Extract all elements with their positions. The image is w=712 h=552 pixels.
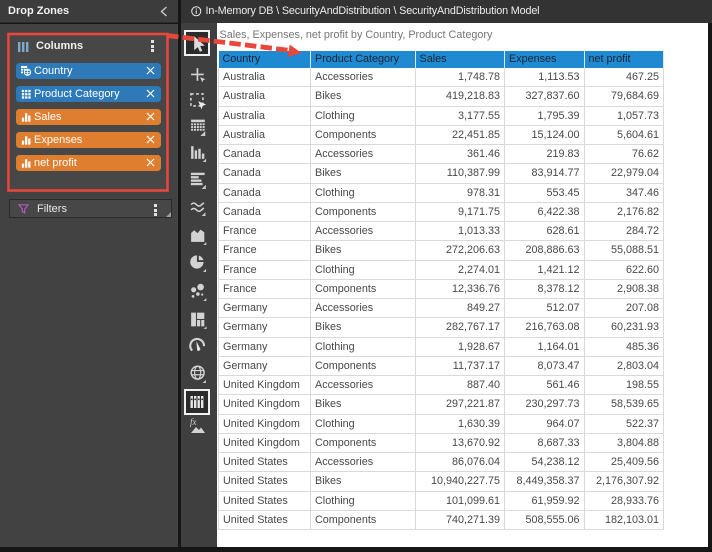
svg-text:fx: fx [190,417,197,427]
